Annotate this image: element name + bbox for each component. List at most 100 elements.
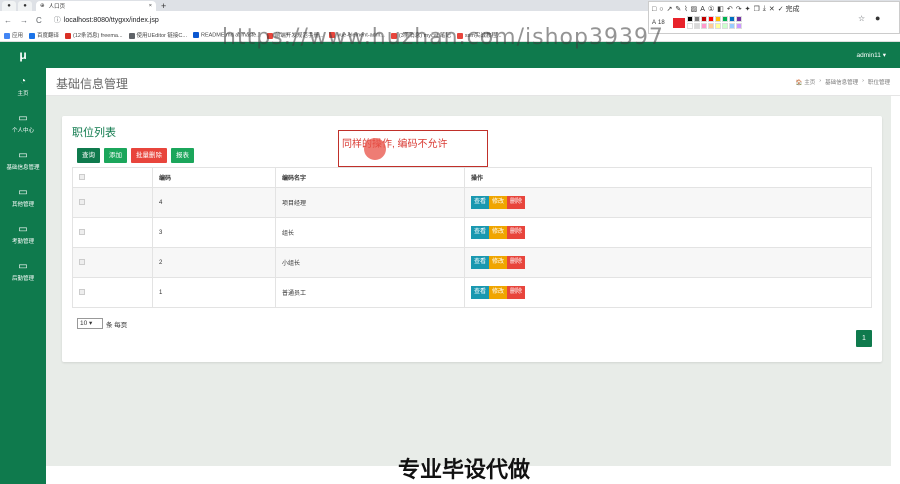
annotation-box[interactable]: 同样的操作, 编码不允许 xyxy=(338,130,488,167)
font-size-select[interactable]: 18 xyxy=(658,20,665,26)
sidebar: μ ◔ 主页 ▭ 个人中心 ▭ 基础信息管理 ▭ 其他管理 ▭ 考勤管理 ▭ 后勤管理 xyxy=(0,42,46,484)
bookmark-item[interactable]: (12条消息) freema... xyxy=(65,31,123,39)
current-color-swatch[interactable] xyxy=(672,17,685,28)
tab-controls-icon[interactable]: ● xyxy=(18,1,32,11)
row-checkbox[interactable] xyxy=(79,288,85,295)
close-icon[interactable]: × xyxy=(149,3,152,9)
tab-controls-icon[interactable]: ● xyxy=(2,1,16,11)
user-menu[interactable]: admin11 ▾ xyxy=(856,51,886,59)
color-swatch[interactable] xyxy=(707,16,714,22)
breadcrumb-item[interactable]: 职位管理 xyxy=(868,78,890,86)
edit-button[interactable]: 修改 xyxy=(489,226,508,239)
color-swatch[interactable] xyxy=(707,23,714,29)
breadcrumb-item[interactable]: 🏠 主页 xyxy=(796,78,815,86)
search-button[interactable]: 查询 xyxy=(77,148,100,163)
report-button[interactable]: 报表 xyxy=(171,148,194,163)
edit-button[interactable]: 修改 xyxy=(489,286,508,299)
sidebar-item[interactable]: ▭ 个人中心 xyxy=(0,105,46,142)
color-swatch[interactable] xyxy=(700,23,707,29)
globe-icon: ⊕ xyxy=(40,3,45,9)
color-swatch[interactable] xyxy=(714,16,721,22)
delete-button[interactable]: 删除 xyxy=(507,196,526,209)
bookmark-item[interactable]: 前端开发规范手册... xyxy=(266,31,323,39)
delete-button[interactable]: 删除 xyxy=(507,226,526,239)
select-all-checkbox[interactable] xyxy=(79,173,85,180)
view-button[interactable]: 查看 xyxy=(471,256,490,269)
eraser-tool-icon[interactable]: ◧ xyxy=(717,5,724,13)
per-page-label: 条 每页 xyxy=(106,321,128,329)
rectangle-tool-icon[interactable]: □ xyxy=(652,6,656,13)
bookmark-item[interactable]: 百度翻译 xyxy=(29,31,59,39)
color-swatch[interactable] xyxy=(693,16,700,22)
delete-button[interactable]: 删除 xyxy=(507,286,526,299)
ellipse-tool-icon[interactable]: ○ xyxy=(659,6,663,13)
code-cell: 4 xyxy=(152,187,276,218)
new-tab-button[interactable]: + xyxy=(161,1,166,11)
avatar[interactable]: ● xyxy=(875,13,880,23)
view-button[interactable]: 查看 xyxy=(471,196,490,209)
sidebar-item[interactable]: ▭ 后勤管理 xyxy=(0,253,46,290)
number-tool-icon[interactable]: ① xyxy=(708,5,714,13)
bookmark-item[interactable]: (3条消息) mycat 笔记 xyxy=(390,31,451,39)
pen-tool-icon[interactable]: ✎ xyxy=(675,5,681,13)
done-button[interactable]: ✓ 完成 xyxy=(778,4,800,14)
back-icon[interactable]: ← xyxy=(4,16,12,25)
bookmark-label: 应用 xyxy=(12,33,24,39)
edit-button[interactable]: 修改 xyxy=(489,256,508,269)
page-button-1[interactable]: 1 xyxy=(856,330,872,347)
arrow-tool-icon[interactable]: ↗ xyxy=(666,5,672,13)
url-field[interactable]: ⓘ localhost:8080/ttygxx/index.jsp xyxy=(54,15,159,25)
row-checkbox[interactable] xyxy=(79,198,85,205)
color-swatch[interactable] xyxy=(721,16,728,22)
delete-button[interactable]: 删除 xyxy=(507,256,526,269)
color-swatch[interactable] xyxy=(728,16,735,22)
mosaic-tool-icon[interactable]: ▨ xyxy=(691,5,698,13)
bookmark-item[interactable]: README.md at maste... xyxy=(192,31,261,38)
sidebar-item[interactable]: ▭ 基础信息管理 xyxy=(0,142,46,179)
dashboard-icon: ◔ xyxy=(19,75,27,87)
forward-icon[interactable]: → xyxy=(20,16,28,25)
add-button[interactable]: 添加 xyxy=(104,148,127,163)
bookmark-item[interactable]: ssm实战教程... xyxy=(456,31,502,39)
color-swatch[interactable] xyxy=(700,16,707,22)
color-swatch[interactable] xyxy=(735,16,742,22)
reload-icon[interactable]: C xyxy=(36,16,42,25)
bookmark-item[interactable]: 应用 xyxy=(4,31,23,39)
copy-icon[interactable]: ❐ xyxy=(753,5,759,13)
bookmark-item[interactable]: 使用UEditor 链接C... xyxy=(128,31,187,39)
color-swatch[interactable] xyxy=(686,16,693,22)
view-button[interactable]: 查看 xyxy=(471,226,490,239)
sidebar-item[interactable]: ▭ 其他管理 xyxy=(0,179,46,216)
select-all-header xyxy=(72,167,153,188)
page-size-select[interactable]: 10 ▾ xyxy=(77,318,103,329)
cancel-icon[interactable]: ✕ xyxy=(769,5,775,13)
batch-delete-button[interactable]: 批量删除 xyxy=(131,148,167,163)
star-icon[interactable]: ☆ xyxy=(858,14,865,23)
bookmark-item[interactable]: vue-element-adm... xyxy=(329,31,385,38)
name-cell: 项目经理 xyxy=(275,187,465,218)
color-swatch[interactable] xyxy=(714,23,721,29)
view-button[interactable]: 查看 xyxy=(471,286,490,299)
bookmark-icon xyxy=(65,32,72,39)
color-swatch[interactable] xyxy=(721,23,728,29)
color-swatch[interactable] xyxy=(735,23,742,29)
redo-icon[interactable]: ↷ xyxy=(736,5,742,13)
save-icon[interactable]: ⤓ xyxy=(763,5,766,13)
row-checkbox[interactable] xyxy=(79,228,85,235)
marker-tool-icon[interactable]: ⌇ xyxy=(684,5,687,13)
pin-icon[interactable]: ✦ xyxy=(745,5,751,13)
sidebar-item[interactable]: ▭ 考勤管理 xyxy=(0,216,46,253)
undo-icon[interactable]: ↶ xyxy=(727,5,733,13)
color-swatch[interactable] xyxy=(728,23,735,29)
row-select-cell xyxy=(72,217,153,248)
text-tool-icon[interactable]: A xyxy=(700,6,705,13)
top-bar: admin11 ▾ xyxy=(46,42,900,68)
row-checkbox[interactable] xyxy=(79,258,85,265)
monitor-icon: ▭ xyxy=(18,186,28,198)
color-swatch[interactable] xyxy=(693,23,700,29)
browser-tab[interactable]: ⊕ 人口页 × xyxy=(36,1,156,11)
edit-button[interactable]: 修改 xyxy=(489,196,508,209)
color-swatch[interactable] xyxy=(686,23,693,29)
breadcrumb-item[interactable]: 基础信息管理 xyxy=(825,78,858,86)
sidebar-item[interactable]: ◔ 主页 xyxy=(0,68,46,105)
